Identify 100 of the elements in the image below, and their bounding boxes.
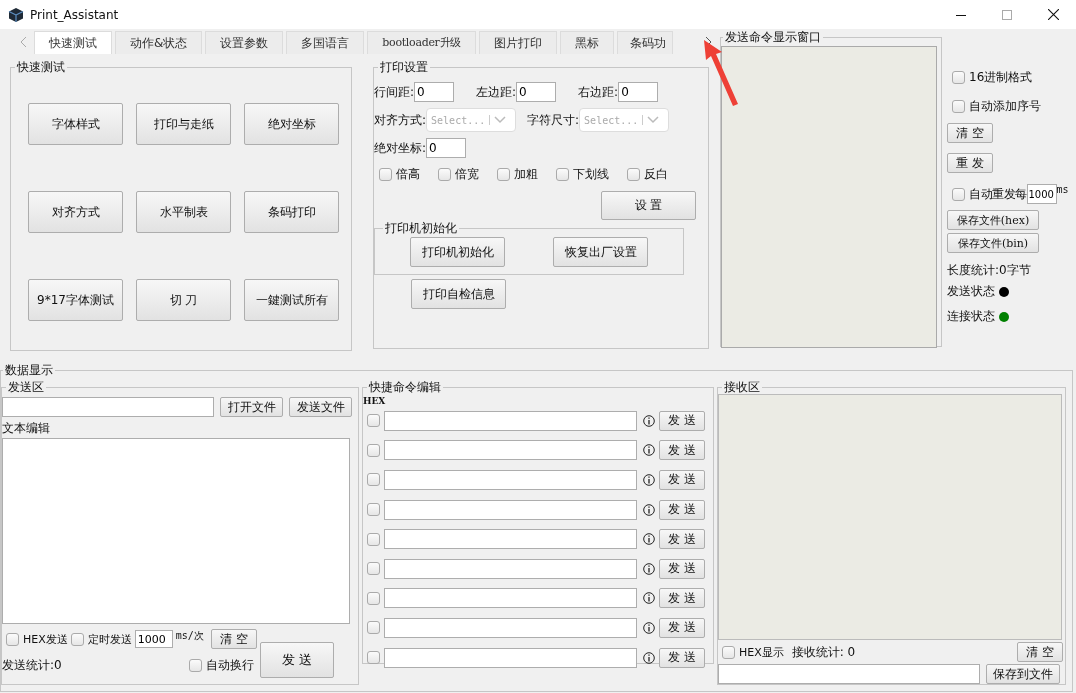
tab[interactable]: 快速测试: [34, 31, 112, 54]
status-label: 发送状态: [947, 283, 995, 300]
test-button[interactable]: 打印与走纸: [136, 103, 231, 145]
tab[interactable]: 图片打印: [479, 31, 557, 54]
send-button[interactable]: 发 送: [659, 558, 705, 579]
checkbox[interactable]: [952, 71, 965, 84]
checkbox[interactable]: [952, 187, 965, 201]
checkbox[interactable]: [379, 168, 392, 181]
send-button[interactable]: 发 送: [659, 529, 705, 550]
input-field[interactable]: 0: [414, 82, 455, 102]
file-path-field[interactable]: [718, 664, 980, 684]
checkbox[interactable]: [189, 658, 202, 672]
init-button[interactable]: 打印机初始化: [410, 237, 505, 267]
checkbox-label: HEX发送: [23, 631, 68, 647]
command-field[interactable]: [384, 617, 637, 638]
tab[interactable]: bootloader升级: [367, 31, 476, 54]
interval-field[interactable]: 1000: [134, 630, 173, 648]
clear-button[interactable]: 清 空: [210, 629, 257, 649]
send-button[interactable]: 发 送: [659, 647, 705, 668]
send-button[interactable]: 发 送: [260, 642, 334, 678]
checkbox[interactable]: [367, 532, 380, 546]
checkbox-label: 16进制格式: [969, 69, 1033, 86]
interval-field[interactable]: 1000: [1026, 184, 1057, 204]
length-stat: 长度统计:0字节: [947, 262, 1031, 279]
info-icon[interactable]: [643, 414, 655, 427]
self-test-button[interactable]: 打印自检信息: [411, 279, 506, 309]
checkbox-label: 自动重发每: [969, 185, 1027, 203]
checkbox[interactable]: [367, 503, 380, 517]
checkbox[interactable]: [367, 473, 380, 487]
unit-label: ms/次: [175, 629, 204, 643]
chevron-down-icon: [647, 116, 660, 124]
close-icon[interactable]: [1047, 9, 1059, 20]
test-button[interactable]: 绝对坐标: [244, 103, 339, 145]
group-title: 快速测试: [16, 59, 66, 76]
info-icon[interactable]: [643, 651, 655, 664]
checkbox[interactable]: [497, 168, 510, 181]
maximize-icon[interactable]: [1002, 9, 1012, 20]
command-field[interactable]: [384, 470, 637, 490]
checkbox[interactable]: [952, 100, 965, 113]
command-field[interactable]: [384, 440, 637, 461]
tab[interactable]: 多国语言: [286, 31, 365, 54]
checkbox[interactable]: [627, 168, 640, 181]
save-to-file-button[interactable]: 保存到文件: [986, 664, 1060, 684]
checkbox[interactable]: [367, 621, 380, 635]
checkbox[interactable]: [367, 414, 380, 428]
open-file-button[interactable]: 打开文件: [220, 397, 283, 417]
checkbox[interactable]: [438, 168, 451, 181]
send-button[interactable]: 发 送: [659, 470, 705, 490]
file-path-field[interactable]: [2, 397, 214, 417]
command-field[interactable]: [384, 499, 637, 520]
checkbox[interactable]: [367, 651, 380, 665]
test-button[interactable]: 切 刀: [136, 279, 231, 321]
init-button[interactable]: 恢复出厂设置: [553, 237, 648, 267]
scroll-left-icon[interactable]: [20, 35, 28, 48]
input-field[interactable]: 0: [426, 138, 467, 158]
tab[interactable]: 设置参数: [205, 31, 284, 54]
save-hex-button[interactable]: 保存文件(hex): [947, 210, 1039, 230]
checkbox[interactable]: [367, 591, 380, 605]
resend-button[interactable]: 重 发: [947, 153, 993, 173]
clear-button[interactable]: 清 空: [1017, 642, 1063, 662]
info-icon[interactable]: [643, 444, 655, 457]
checkbox[interactable]: [556, 168, 569, 181]
send-button[interactable]: 发 送: [659, 410, 705, 431]
info-icon[interactable]: [643, 592, 655, 605]
send-button[interactable]: 发 送: [659, 499, 705, 520]
test-button[interactable]: 9*17字体测试: [28, 279, 123, 321]
checkbox-label: 反白: [644, 166, 668, 183]
send-button[interactable]: 发 送: [659, 440, 705, 461]
clear-button[interactable]: 清 空: [947, 123, 993, 143]
tab[interactable]: 黑标: [560, 31, 614, 54]
send-button[interactable]: 发 送: [659, 617, 705, 638]
checkbox-label: 倍高: [396, 166, 420, 183]
info-icon[interactable]: [643, 621, 655, 634]
command-field[interactable]: [384, 529, 637, 550]
tab[interactable]: 条码功: [617, 31, 673, 54]
set-button[interactable]: 设 置: [601, 191, 696, 220]
command-field[interactable]: [384, 410, 637, 431]
tab[interactable]: 动作&状态: [115, 31, 203, 54]
checkbox[interactable]: [722, 645, 735, 659]
checkbox[interactable]: [6, 632, 19, 646]
input-field[interactable]: 0: [618, 82, 659, 102]
command-field[interactable]: [384, 588, 637, 609]
send-button[interactable]: 发 送: [659, 588, 705, 609]
test-button[interactable]: 条码打印: [244, 191, 339, 233]
test-button[interactable]: 一鍵测试所有: [244, 279, 339, 321]
test-button[interactable]: 字体样式: [28, 103, 123, 145]
info-icon[interactable]: [643, 562, 655, 575]
send-file-button[interactable]: 发送文件: [289, 397, 352, 417]
input-field[interactable]: 0: [516, 82, 557, 102]
info-icon[interactable]: [643, 474, 655, 486]
save-bin-button[interactable]: 保存文件(bin): [947, 233, 1039, 253]
checkbox[interactable]: [367, 562, 380, 576]
info-icon[interactable]: [643, 533, 655, 546]
checkbox[interactable]: [70, 632, 84, 646]
test-button[interactable]: 水平制表: [136, 191, 231, 233]
command-field[interactable]: [384, 647, 637, 668]
command-field[interactable]: [384, 558, 637, 579]
test-button[interactable]: 对齐方式: [28, 191, 123, 233]
checkbox[interactable]: [367, 443, 380, 457]
info-icon[interactable]: [643, 503, 655, 516]
